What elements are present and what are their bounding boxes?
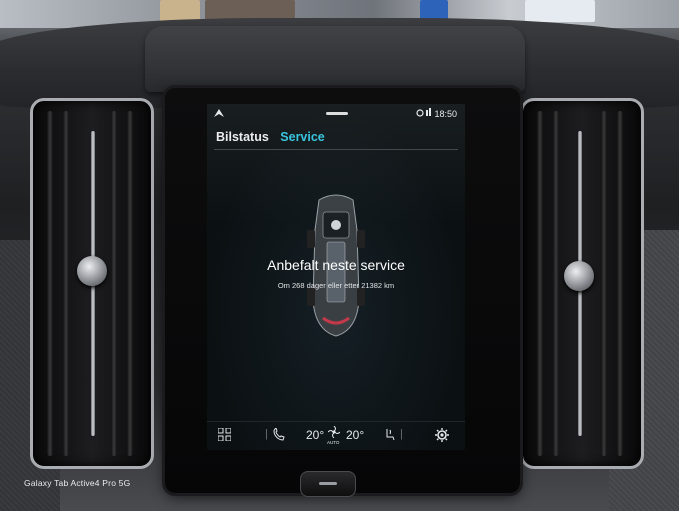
temperature-right[interactable]: 20° [346,428,364,442]
temperature-left[interactable]: 20° [306,428,324,442]
tab-service[interactable]: Service [280,130,324,144]
status-right: 18:50 [416,108,457,119]
fan-icon[interactable] [327,425,341,441]
vent-slat [127,111,133,456]
vent-slat [47,111,53,456]
fan-mode: AUTO [327,440,340,445]
tab-divider [214,149,458,150]
divider-bar: | [400,428,403,440]
dashboard-photo: 18:50 Bilstatus Service Anbefalt neste s… [0,0,679,511]
infotainment-screen[interactable]: 18:50 Bilstatus Service Anbefalt neste s… [207,104,465,450]
vent-slat [537,111,543,456]
clock: 18:50 [434,109,457,119]
settings-gear-icon[interactable] [435,428,449,445]
vent-knob-right[interactable] [564,261,594,291]
vent-slat [617,111,623,456]
air-vent-right[interactable] [520,98,644,469]
vent-slat [601,111,607,456]
app-grid-icon[interactable] [217,427,232,444]
tab-bilstatus[interactable]: Bilstatus [216,130,269,144]
phone-icon[interactable] [273,427,285,444]
divider-bar: | [265,428,268,440]
vent-knob-left[interactable] [77,256,107,286]
garage-window [525,0,595,22]
status-bar: 18:50 [207,104,465,124]
home-button[interactable] [300,471,356,497]
vent-slat [553,111,559,456]
navigation-arrow-icon [213,108,225,120]
home-button-bar [319,482,337,485]
display-hood [145,26,525,92]
vent-slat [111,111,117,456]
seat-heat-icon[interactable] [384,428,395,444]
camera-watermark: Galaxy Tab Active4 Pro 5G [24,478,131,488]
air-vent-left[interactable] [30,98,154,469]
climate-bar: | 20° AUTO 20° | [207,421,465,450]
service-subtitle: Om 268 dager eller etter 21382 km [277,281,395,290]
tab-bar: Bilstatus Service [216,130,333,144]
connectivity-icon [416,108,435,119]
pull-down-handle[interactable] [326,112,348,115]
vent-slat [63,111,69,456]
service-title: Anbefalt neste service [267,257,405,273]
